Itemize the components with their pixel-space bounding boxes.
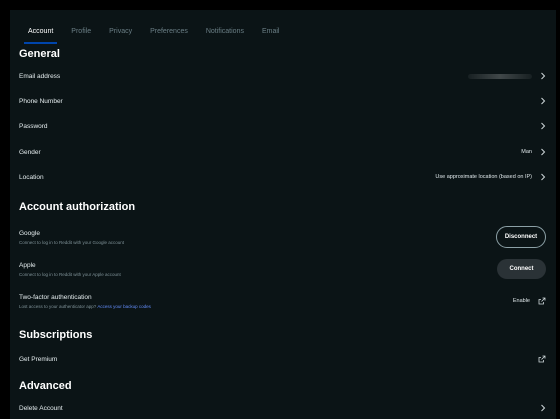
google-description: Connect to log in to Reddit with your Go… [19, 239, 125, 245]
tab-email[interactable]: Email [262, 27, 280, 44]
settings-page: Account Profile Privacy Preferences Noti… [10, 10, 556, 419]
section-authorization-title: Account authorization [19, 201, 136, 213]
settings-tabs: Account Profile Privacy Preferences Noti… [10, 10, 556, 44]
chevron-right-icon [541, 404, 546, 412]
external-link-icon [538, 355, 546, 363]
delete-account-row[interactable]: Delete Account [19, 396, 546, 419]
tab-notifications[interactable]: Notifications [206, 27, 244, 44]
password-row[interactable]: Password [19, 114, 546, 138]
location-row[interactable]: Location Use approximate location (based… [19, 165, 546, 189]
section-subscriptions-title: Subscriptions [19, 329, 93, 341]
two-factor-row[interactable]: Two-factor authentication Lost access to… [19, 288, 546, 314]
disconnect-google-button[interactable]: Disconnect [496, 226, 546, 248]
backup-codes-link[interactable]: Access your backup codes [97, 304, 151, 309]
chevron-right-icon [541, 97, 546, 105]
phone-row[interactable]: Phone Number [19, 89, 546, 113]
premium-row[interactable]: Get Premium [19, 347, 546, 371]
location-label: Location [19, 173, 44, 181]
two-factor-enable[interactable]: Enable [513, 298, 530, 304]
chevron-right-icon [541, 122, 546, 130]
apple-title: Apple [19, 261, 36, 269]
tab-profile[interactable]: Profile [71, 27, 91, 44]
gender-row[interactable]: Gender Man [19, 140, 546, 164]
tab-privacy[interactable]: Privacy [109, 27, 132, 44]
two-factor-description: Lost access to your authenticator app? A… [19, 303, 151, 309]
email-row[interactable]: Email address [19, 64, 546, 88]
gender-label: Gender [19, 148, 41, 156]
connect-apple-button[interactable]: Connect [497, 259, 546, 279]
section-advanced-title: Advanced [19, 380, 72, 392]
tab-preferences[interactable]: Preferences [150, 27, 188, 44]
chevron-right-icon [541, 173, 546, 181]
location-value: Use approximate location (based on IP) [435, 174, 532, 180]
email-value-redacted [468, 73, 532, 79]
google-title: Google [19, 229, 40, 237]
section-general-title: General [19, 48, 60, 60]
chevron-right-icon [541, 72, 546, 80]
chevron-right-icon [541, 148, 546, 156]
phone-label: Phone Number [19, 97, 63, 105]
tab-account[interactable]: Account [23, 27, 58, 44]
apple-row: Apple Connect to log in to Reddit with y… [19, 255, 546, 283]
premium-label: Get Premium [19, 355, 58, 363]
two-factor-title: Two-factor authentication [19, 293, 92, 301]
email-label: Email address [19, 72, 61, 80]
password-label: Password [19, 122, 48, 130]
external-link-icon [538, 297, 546, 305]
apple-description: Connect to log in to Reddit with your Ap… [19, 271, 121, 277]
gender-value: Man [521, 149, 532, 155]
google-row: Google Connect to log in to Reddit with … [19, 223, 546, 251]
delete-account-label: Delete Account [19, 404, 63, 412]
